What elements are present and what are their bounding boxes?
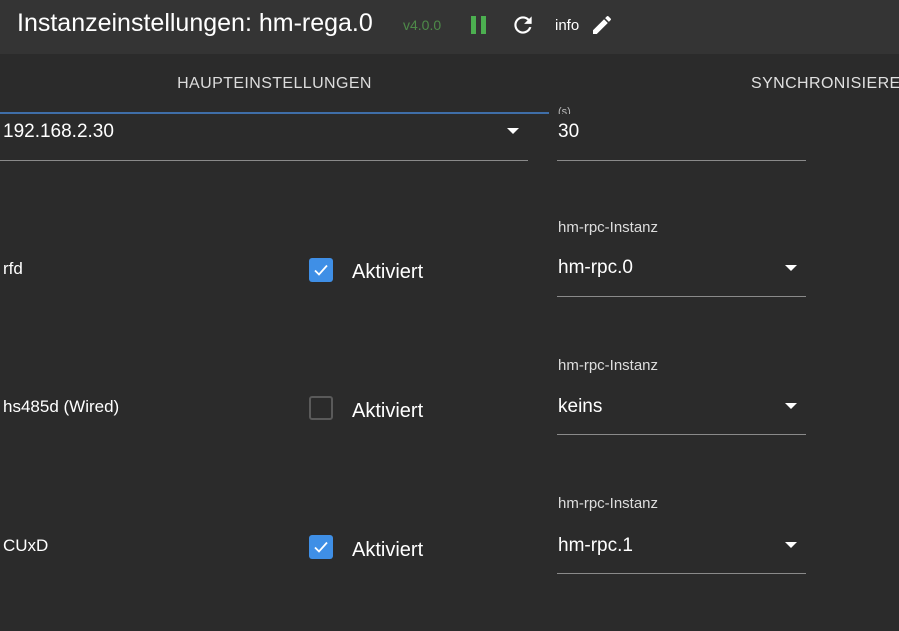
cuxd-enabled-label[interactable]: Aktiviert bbox=[352, 539, 423, 562]
rfd-enabled-label[interactable]: Aktiviert bbox=[352, 261, 423, 284]
rfd-instance-label: hm-rpc-Instanz bbox=[558, 219, 659, 236]
hs485d-instance-label: hm-rpc-Instanz bbox=[558, 357, 659, 374]
row-label-cuxd: CUxD bbox=[3, 536, 49, 555]
tab-haupteinstellungen[interactable]: HAUPTEINSTELLUNGEN bbox=[0, 54, 549, 114]
interval-input-underline bbox=[557, 160, 806, 161]
info-link[interactable]: info bbox=[555, 17, 579, 34]
row-label-hs485d: hs485d (Wired) bbox=[3, 397, 120, 416]
host-select-value[interactable]: 192.168.2.30 bbox=[3, 121, 114, 143]
pause-icon[interactable] bbox=[469, 14, 489, 36]
rfd-instance-underline bbox=[557, 296, 806, 297]
page-title: Instanzeinstellungen: hm-rega.0 bbox=[17, 9, 373, 37]
cuxd-instance-select[interactable]: hm-rpc.1 bbox=[558, 535, 633, 557]
tab-bar: HAUPTEINSTELLUNGEN SYNCHRONISIERE bbox=[0, 54, 899, 114]
active-tab-indicator bbox=[0, 112, 549, 114]
interval-label: (s) bbox=[558, 106, 571, 114]
hs485d-enabled-label[interactable]: Aktiviert bbox=[352, 400, 423, 423]
row-label-rfd: rfd bbox=[3, 259, 23, 278]
cuxd-enabled-checkbox[interactable] bbox=[309, 535, 333, 559]
host-select-underline bbox=[0, 160, 528, 161]
hs485d-enabled-checkbox[interactable] bbox=[309, 396, 333, 420]
version-label: v4.0.0 bbox=[403, 17, 442, 33]
cuxd-dropdown-icon[interactable] bbox=[785, 542, 797, 548]
hs485d-instance-underline bbox=[557, 434, 806, 435]
title-bar: Instanzeinstellungen: hm-rega.0 v4.0.0 i… bbox=[0, 0, 899, 54]
hs485d-dropdown-icon[interactable] bbox=[785, 403, 797, 409]
interval-input[interactable]: 30 bbox=[558, 121, 579, 143]
tab-synchronisiere[interactable]: SYNCHRONISIERE bbox=[549, 54, 899, 114]
host-dropdown-icon[interactable] bbox=[507, 128, 519, 134]
cuxd-instance-underline bbox=[557, 573, 806, 574]
check-icon bbox=[314, 264, 328, 276]
hs485d-instance-select[interactable]: keins bbox=[558, 396, 602, 418]
refresh-icon[interactable] bbox=[510, 12, 536, 38]
rfd-enabled-checkbox[interactable] bbox=[309, 258, 333, 282]
rfd-instance-select[interactable]: hm-rpc.0 bbox=[558, 257, 633, 279]
rfd-dropdown-icon[interactable] bbox=[785, 265, 797, 271]
cuxd-instance-label: hm-rpc-Instanz bbox=[558, 495, 659, 512]
edit-pencil-icon[interactable] bbox=[590, 13, 614, 37]
check-icon bbox=[314, 541, 328, 553]
